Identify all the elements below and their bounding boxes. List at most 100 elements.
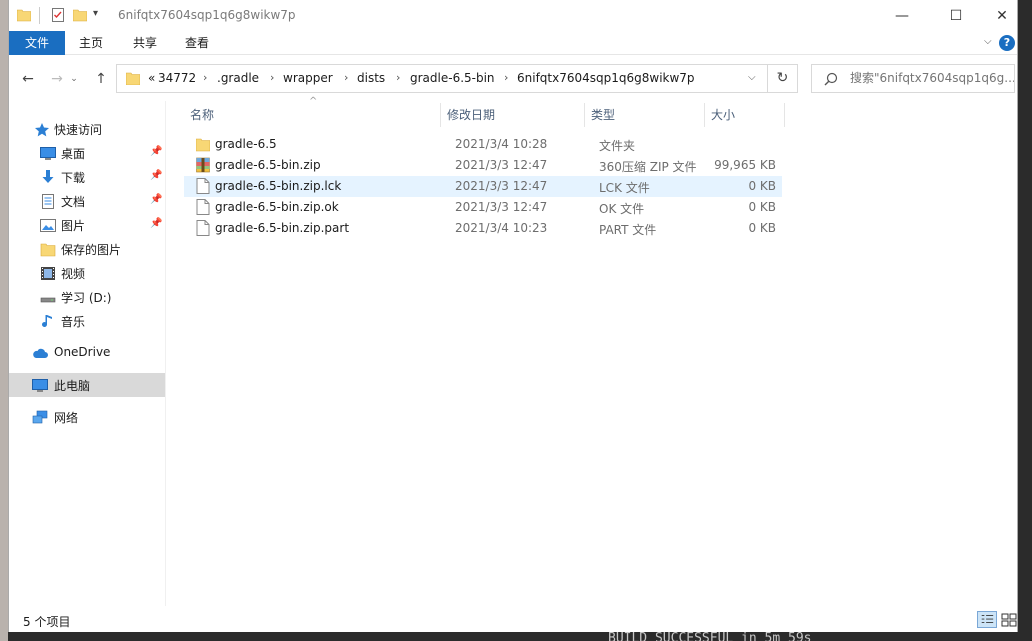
- sidebar-item-label: 音乐: [61, 315, 86, 329]
- computer-icon: [32, 379, 48, 392]
- chevron-right-icon[interactable]: ›: [504, 71, 508, 84]
- file-type: OK 文件: [599, 202, 645, 216]
- breadcrumb-item[interactable]: 34772: [158, 71, 196, 85]
- sidebar-item-videos[interactable]: 视频: [9, 261, 165, 285]
- file-size: 99,965 KB: [714, 158, 776, 172]
- sidebar-item-music[interactable]: 音乐: [9, 309, 165, 333]
- tab-home[interactable]: 主页: [69, 31, 113, 55]
- cloud-icon: [33, 348, 48, 358]
- sidebar-item-label: 文档: [61, 195, 86, 209]
- refresh-button[interactable]: ↻: [768, 64, 798, 93]
- zip-archive-icon: [196, 157, 210, 173]
- sidebar-item-desktop[interactable]: 桌面 📌: [9, 141, 165, 165]
- table-row[interactable]: gradle-6.5-bin.zip.lck 2021/3/3 12:47 LC…: [184, 176, 782, 197]
- maximize-button[interactable]: ☐: [933, 0, 979, 31]
- pictures-icon: [40, 219, 56, 232]
- file-date: 2021/3/3 12:47: [455, 200, 548, 214]
- sidebar-item-pictures[interactable]: 图片 📌: [9, 213, 165, 237]
- file-size: 0 KB: [748, 221, 776, 235]
- close-button[interactable]: ✕: [979, 0, 1025, 31]
- sidebar-item-saved-pictures[interactable]: 保存的图片: [9, 237, 165, 261]
- details-view-icon[interactable]: [977, 611, 997, 628]
- address-bar[interactable]: « 34772 › .gradle › wrapper › dists › gr…: [116, 64, 768, 93]
- network-icon: [32, 410, 48, 424]
- column-header-name[interactable]: 名称: [184, 103, 441, 127]
- sidebar-item-network[interactable]: 网络: [9, 405, 165, 429]
- column-header-date[interactable]: 修改日期: [441, 103, 585, 127]
- tab-view[interactable]: 查看: [175, 31, 219, 55]
- sidebar-item-label: 此电脑: [54, 379, 91, 393]
- file-type: 文件夹: [599, 139, 636, 153]
- desktop-icon: [40, 147, 56, 160]
- file-size: 0 KB: [748, 179, 776, 193]
- table-row[interactable]: gradle-6.5-bin.zip.ok 2021/3/3 12:47 OK …: [184, 197, 782, 218]
- address-dropdown-icon[interactable]: ⌵: [748, 72, 756, 83]
- sidebar-item-documents[interactable]: 文档 📌: [9, 189, 165, 213]
- file-icon: [196, 199, 210, 215]
- expand-ribbon-icon[interactable]: ⌵: [984, 36, 996, 48]
- table-row[interactable]: gradle-6.5-bin.zip.part 2021/3/4 10:23 P…: [184, 218, 782, 239]
- file-date: 2021/3/4 10:23: [455, 221, 548, 235]
- file-explorer-window: ▾ 6nifqtx7604sqp1q6g8wikw7p — ☐ ✕ 文件 主页 …: [8, 0, 1018, 632]
- new-folder-icon[interactable]: [73, 8, 87, 22]
- chevron-right-icon[interactable]: ›: [203, 71, 207, 84]
- ribbon-tabs: 文件 主页 共享 查看 ⌵ ?: [9, 31, 1017, 55]
- folder-icon: [196, 138, 210, 152]
- breadcrumb-overflow[interactable]: «: [148, 71, 155, 85]
- table-row[interactable]: gradle-6.5-bin.zip 2021/3/3 12:47 360压缩 …: [184, 155, 782, 176]
- star-icon: [35, 123, 49, 137]
- file-type: LCK 文件: [599, 181, 650, 195]
- pin-icon[interactable]: 📌: [150, 146, 162, 157]
- sidebar-item-onedrive[interactable]: OneDrive: [9, 341, 165, 365]
- customize-qat-icon[interactable]: ▾: [93, 8, 98, 19]
- folder-icon: [126, 72, 140, 85]
- back-arrow-icon[interactable]: ←: [18, 69, 38, 89]
- sidebar-item-quick-access[interactable]: 快速访问: [9, 117, 165, 141]
- properties-icon[interactable]: [51, 8, 65, 22]
- pin-icon[interactable]: 📌: [150, 170, 162, 181]
- file-name: gradle-6.5-bin.zip.ok: [215, 200, 339, 214]
- help-icon[interactable]: ?: [999, 35, 1015, 51]
- sidebar-item-downloads[interactable]: 下载 📌: [9, 165, 165, 189]
- file-icon: [196, 220, 210, 236]
- download-icon: [42, 170, 54, 183]
- file-type: PART 文件: [599, 223, 657, 237]
- file-name: gradle-6.5-bin.zip.part: [215, 221, 350, 235]
- breadcrumb-item[interactable]: .gradle: [217, 71, 259, 85]
- status-bar: 5 个项目: [9, 606, 1017, 632]
- chevron-right-icon[interactable]: ›: [396, 71, 400, 84]
- search-box[interactable]: [811, 64, 1015, 93]
- table-row[interactable]: gradle-6.5 2021/3/4 10:28 文件夹: [184, 134, 782, 155]
- chevron-right-icon[interactable]: ›: [344, 71, 348, 84]
- column-header-type[interactable]: 类型: [585, 103, 705, 127]
- large-icons-view-icon[interactable]: [999, 611, 1019, 628]
- navigation-bar: ← → ⌄ ↑ « 34772 › .gradle › wrapper › di…: [9, 55, 1017, 101]
- breadcrumb-item[interactable]: gradle-6.5-bin: [410, 71, 495, 85]
- window-title: 6nifqtx7604sqp1q6g8wikw7p: [118, 8, 296, 22]
- column-header-size[interactable]: 大小: [705, 103, 785, 127]
- file-date: 2021/3/3 12:47: [455, 158, 548, 172]
- sidebar-item-label: 网络: [54, 411, 79, 425]
- sidebar-item-label: 桌面: [61, 147, 86, 161]
- breadcrumb-current[interactable]: 6nifqtx7604sqp1q6g8wikw7p: [517, 71, 695, 85]
- sidebar-item-this-pc[interactable]: 此电脑: [9, 373, 165, 397]
- sidebar-item-label: 快速访问: [54, 123, 103, 137]
- file-name: gradle-6.5-bin.zip.lck: [215, 179, 342, 193]
- pin-icon[interactable]: 📌: [150, 218, 162, 229]
- up-arrow-icon[interactable]: ↑: [91, 69, 111, 89]
- item-count: 5 个项目: [23, 615, 71, 629]
- chevron-right-icon[interactable]: ›: [270, 71, 274, 84]
- forward-arrow-icon[interactable]: →: [47, 69, 67, 89]
- file-date: 2021/3/3 12:47: [455, 179, 548, 193]
- sidebar-item-drive-d[interactable]: 学习 (D:): [9, 285, 165, 309]
- breadcrumb-item[interactable]: dists: [357, 71, 385, 85]
- file-type: 360压缩 ZIP 文件: [599, 160, 697, 174]
- breadcrumb-item[interactable]: wrapper: [283, 71, 333, 85]
- tab-file[interactable]: 文件: [9, 31, 65, 55]
- minimize-button[interactable]: —: [879, 0, 925, 31]
- tab-share[interactable]: 共享: [123, 31, 167, 55]
- pin-icon[interactable]: 📌: [150, 194, 162, 205]
- recent-locations-icon[interactable]: ⌄: [68, 69, 80, 89]
- search-input[interactable]: [850, 71, 1014, 85]
- background-terminal-bottom: BUILD SUCCESSFUL in 5m 59s: [8, 632, 1018, 641]
